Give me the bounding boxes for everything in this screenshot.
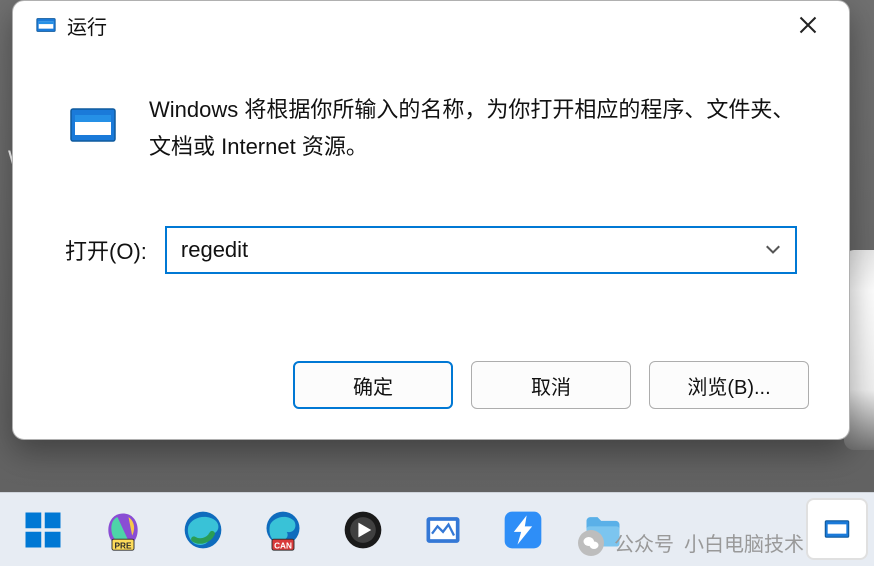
titlebar: 运行 [13, 1, 849, 49]
active-task-icon[interactable] [808, 500, 866, 558]
edge-can-icon[interactable]: CAN [256, 503, 310, 557]
run-small-icon [823, 515, 851, 543]
svg-text:CAN: CAN [274, 541, 292, 550]
open-input[interactable] [181, 237, 765, 263]
copilot-pre-icon[interactable]: PRE [96, 503, 150, 557]
button-row: 确定 取消 浏览(B)... [293, 361, 809, 409]
chevron-down-icon[interactable] [765, 239, 781, 260]
edge-icon[interactable] [176, 503, 230, 557]
monitor-tool-icon[interactable] [416, 503, 470, 557]
dialog-title: 运行 [67, 11, 107, 40]
run-dialog: 运行 Windows 将根据你所输入的名称，为你打开相应的程序、文件夹、文档或 … [12, 0, 850, 440]
browse-button[interactable]: 浏览(B)... [649, 361, 809, 409]
open-combobox[interactable] [165, 226, 797, 274]
folder-icon[interactable] [576, 503, 630, 557]
media-player-icon[interactable] [336, 503, 390, 557]
run-large-icon [65, 97, 121, 153]
dialog-description: Windows 将根据你所输入的名称，为你打开相应的程序、文件夹、文档或 Int… [149, 91, 797, 166]
cancel-button[interactable]: 取消 [471, 361, 631, 409]
close-button[interactable] [780, 5, 835, 45]
run-title-icon [35, 14, 57, 36]
dialog-body: Windows 将根据你所输入的名称，为你打开相应的程序、文件夹、文档或 Int… [13, 49, 849, 274]
taskbar: PRE CAN [0, 492, 874, 566]
windows-icon [22, 509, 64, 551]
ok-button[interactable]: 确定 [293, 361, 453, 409]
svg-text:PRE: PRE [115, 541, 132, 550]
start-button[interactable] [16, 503, 70, 557]
close-icon [798, 15, 818, 35]
open-label: 打开(O): [65, 234, 147, 266]
xunlei-icon[interactable] [496, 503, 550, 557]
